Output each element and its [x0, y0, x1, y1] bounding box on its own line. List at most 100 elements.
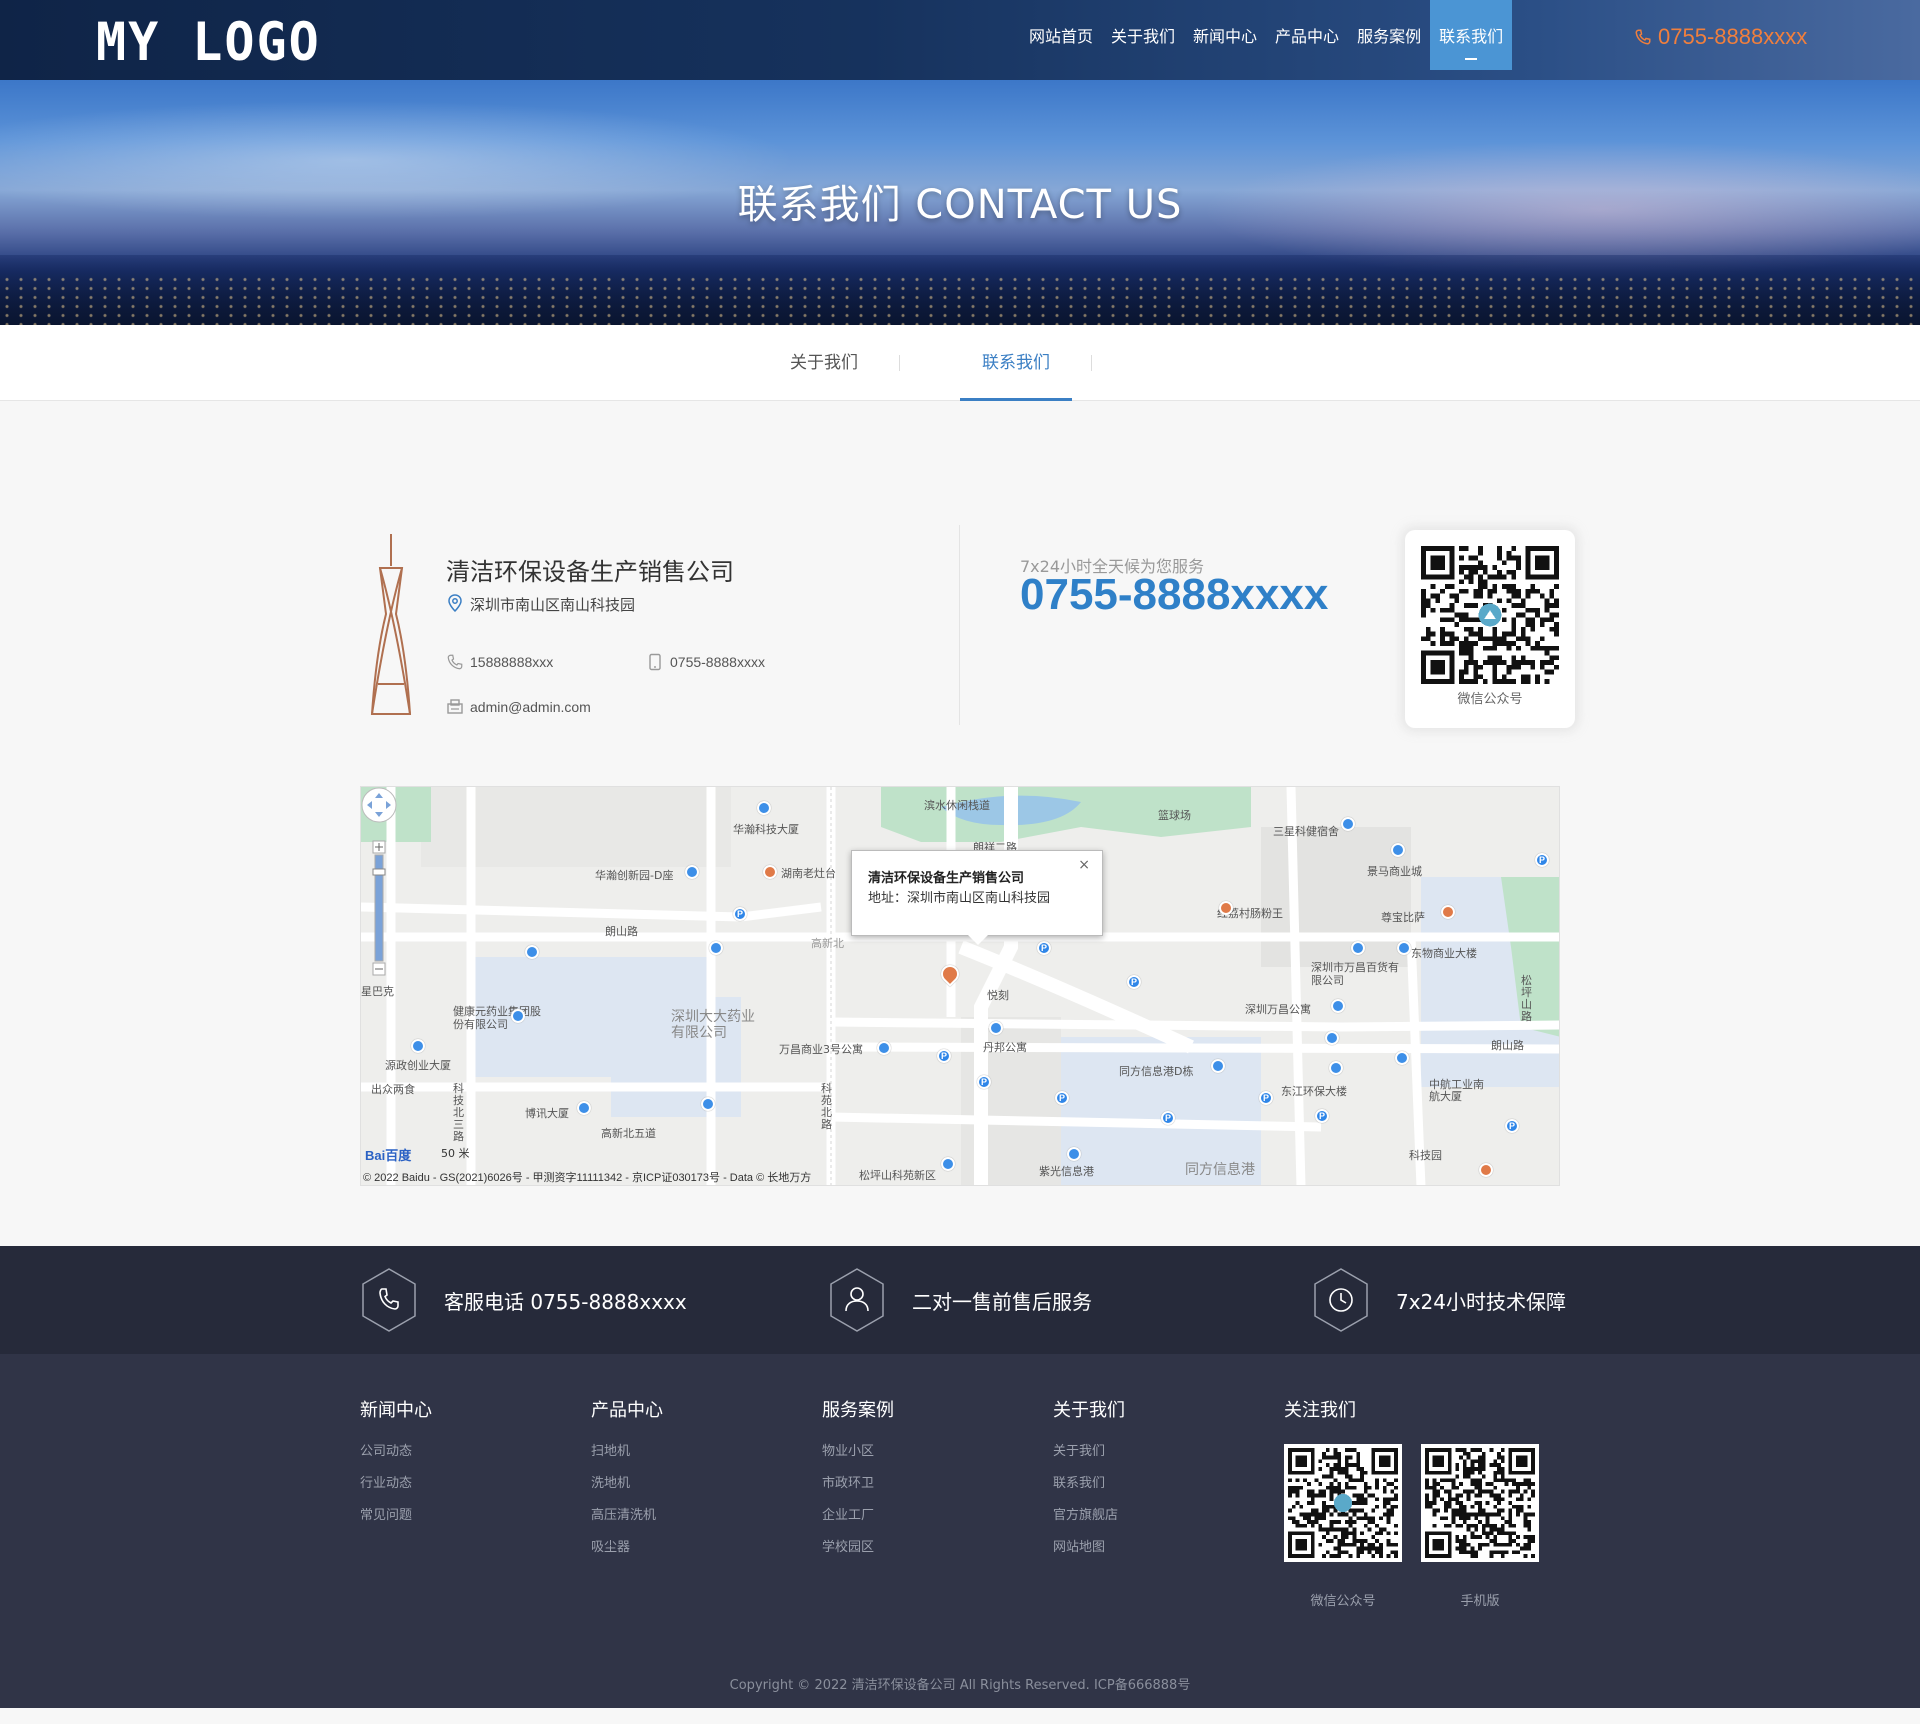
parking-pin[interactable]: P: [733, 907, 747, 921]
parking-pin[interactable]: P: [1037, 941, 1051, 955]
parking-pin[interactable]: P: [1127, 975, 1141, 989]
map-poi-pin[interactable]: [1441, 905, 1455, 919]
footer-link[interactable]: 市政环卫: [822, 1468, 894, 1500]
map-poi-pin[interactable]: [763, 865, 777, 879]
sub-nav: 关于我们 联系我们: [0, 325, 1920, 401]
parking-pin[interactable]: P: [1161, 1111, 1175, 1125]
feature-service: 二对一售前售后服务: [828, 1266, 1092, 1334]
footer-link[interactable]: 物业小区: [822, 1436, 894, 1468]
nav-item-contact[interactable]: 联系我们: [1430, 0, 1513, 70]
map-label: 东江环保大楼: [1281, 1085, 1347, 1098]
hotline-number: 0755-8888xxxx: [1020, 570, 1329, 619]
map-poi-pin[interactable]: [525, 945, 539, 959]
feature-phone: 客服电话 0755-8888xxxx: [360, 1266, 687, 1334]
tab-about[interactable]: 关于我们: [768, 325, 880, 401]
email-address[interactable]: admin@admin.com: [470, 699, 591, 715]
map-label: 湖南老灶台: [781, 867, 836, 880]
map-poi-pin[interactable]: [709, 941, 723, 955]
parking-pin[interactable]: P: [1055, 1091, 1069, 1105]
map-poi-pin[interactable]: [1479, 1163, 1493, 1177]
footer-col-cases: 服务案例 物业小区 市政环卫 企业工厂 学校园区: [822, 1396, 894, 1564]
map-label: 源政创业大厦: [385, 1059, 451, 1072]
footer-link[interactable]: 关于我们: [1053, 1436, 1125, 1468]
main-nav: 网站首页 关于我们 新闻中心 产品中心 服务案例 联系我们: [1020, 0, 1513, 80]
bottom-strip: [0, 1708, 1920, 1724]
map-label: 科技园: [1409, 1149, 1442, 1162]
map-poi-pin[interactable]: [701, 1097, 715, 1111]
header-phone-number: 0755-8888xxxx: [1658, 24, 1808, 49]
nav-item-news[interactable]: 新闻中心: [1184, 0, 1266, 70]
footer-col-products: 产品中心 扫地机 洗地机 高压清洗机 吸尘器: [591, 1396, 663, 1564]
footer-link[interactable]: 学校园区: [822, 1532, 894, 1564]
site-footer: 新闻中心 公司动态 行业动态 常见问题 产品中心 扫地机 洗地机 高压清洗机 吸…: [0, 1354, 1920, 1708]
tab-divider: [1091, 355, 1092, 371]
map-poi-pin[interactable]: [941, 1157, 955, 1171]
footer-link[interactable]: 官方旗舰店: [1053, 1500, 1125, 1532]
footer-col-title: 关于我们: [1053, 1400, 1125, 1421]
footer-link[interactable]: 网站地图: [1053, 1532, 1125, 1564]
map-poi-pin[interactable]: [989, 1021, 1003, 1035]
footer-col-title: 关注我们: [1284, 1400, 1356, 1421]
site-logo[interactable]: MY LOGO: [96, 13, 321, 72]
map-label: 朗山路: [1491, 1039, 1524, 1052]
map-poi-pin[interactable]: [1351, 941, 1365, 955]
map-poi-pin[interactable]: [511, 1009, 525, 1023]
nav-item-cases[interactable]: 服务案例: [1348, 0, 1430, 70]
map-label: 松坪山科苑新区: [859, 1169, 936, 1182]
map-label: 同方信息港D栋: [1119, 1065, 1194, 1078]
map-poi-pin[interactable]: [1067, 1147, 1081, 1161]
footer-link[interactable]: 行业动态: [360, 1468, 432, 1500]
footer-link[interactable]: 联系我们: [1053, 1468, 1125, 1500]
map-poi-pin[interactable]: [1329, 1061, 1343, 1075]
nav-item-products[interactable]: 产品中心: [1266, 0, 1348, 70]
map-label: 紫光信息港: [1039, 1165, 1094, 1178]
banner-title: 联系我们 CONTACT US: [737, 182, 1183, 228]
header-phone: 0755-8888xxxx: [1634, 24, 1807, 50]
feature-service-text: 二对一售前售后服务: [912, 1289, 1092, 1314]
map-poi-pin[interactable]: [877, 1041, 891, 1055]
mobile-number: 15888888xxx: [470, 654, 554, 670]
footer-link[interactable]: 高压清洗机: [591, 1500, 663, 1532]
map-label: 景马商业城: [1367, 865, 1422, 878]
footer-link[interactable]: 企业工厂: [822, 1500, 894, 1532]
parking-pin[interactable]: P: [1315, 1109, 1329, 1123]
qr-caption: 手机版: [1460, 1594, 1500, 1609]
footer-link[interactable]: 扫地机: [591, 1436, 663, 1468]
map-poi-pin[interactable]: [1211, 1059, 1225, 1073]
map-poi-pin[interactable]: [411, 1039, 425, 1053]
baidu-logo[interactable]: Bai百度: [365, 1145, 411, 1164]
tab-contact[interactable]: 联系我们: [960, 325, 1072, 401]
map-poi-pin[interactable]: [1331, 999, 1345, 1013]
map-poi-pin[interactable]: [1397, 941, 1411, 955]
parking-pin[interactable]: P: [1505, 1119, 1519, 1133]
footer-link[interactable]: 常见问题: [360, 1500, 432, 1532]
footer-link[interactable]: 洗地机: [591, 1468, 663, 1500]
map-popup-close-icon[interactable]: ×: [1078, 857, 1090, 873]
parking-pin[interactable]: P: [937, 1049, 951, 1063]
parking-pin[interactable]: P: [977, 1075, 991, 1089]
footer-link[interactable]: 公司动态: [360, 1436, 432, 1468]
nav-item-home[interactable]: 网站首页: [1020, 0, 1102, 70]
map-poi-pin[interactable]: [1391, 843, 1405, 857]
footer-col-follow: 关注我们: [1284, 1396, 1356, 1436]
parking-pin[interactable]: P: [1535, 853, 1549, 867]
wechat-qr-card: 微信公众号: [1405, 530, 1575, 728]
map-poi-pin[interactable]: [1395, 1051, 1409, 1065]
map-poi-pin[interactable]: [757, 801, 771, 815]
map-poi-pin[interactable]: [685, 865, 699, 879]
map-zoom-control[interactable]: [361, 787, 401, 987]
map-poi-pin[interactable]: [1219, 901, 1233, 915]
qr-code: [1288, 1448, 1398, 1558]
map-poi-pin[interactable]: [577, 1101, 591, 1115]
nav-item-about[interactable]: 关于我们: [1102, 0, 1184, 70]
footer-link[interactable]: 吸尘器: [591, 1532, 663, 1564]
map-copyright: © 2022 Baidu - GS(2021)6026号 - 甲测资字11111…: [363, 1172, 812, 1184]
map-popup-title: 清洁环保设备生产销售公司: [868, 871, 1025, 886]
email-icon: [447, 699, 463, 714]
baidu-map[interactable]: 华瀚科技大厦 滨水休闲栈道 篮球场 三星科健宿舍 景马商业城 朗祥二路 华瀚创新…: [360, 786, 1560, 1186]
footer-wechat-qr: [1284, 1444, 1402, 1562]
map-poi-pin[interactable]: [1325, 1031, 1339, 1045]
map-label: 松坪山路: [1521, 974, 1532, 1023]
parking-pin[interactable]: P: [1259, 1091, 1273, 1105]
map-poi-pin[interactable]: [1341, 817, 1355, 831]
